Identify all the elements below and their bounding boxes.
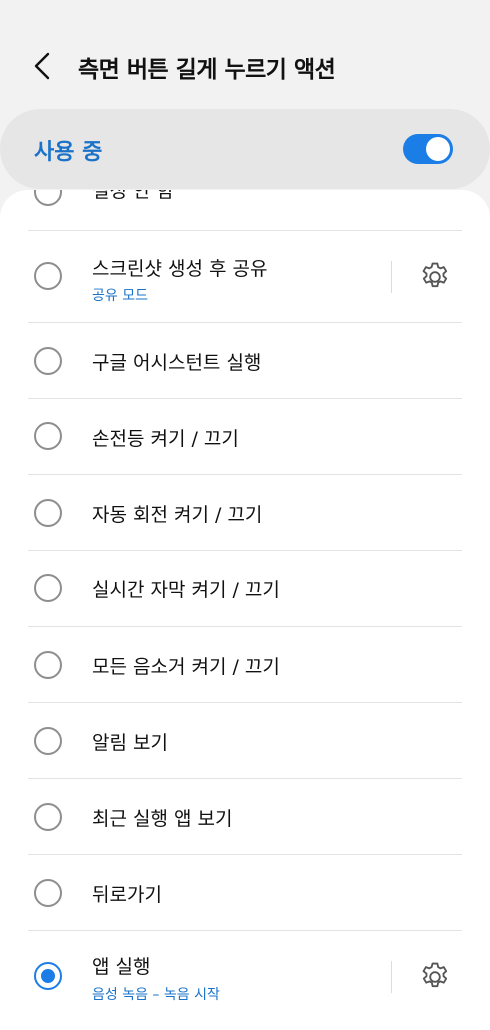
option-label: 뒤로가기 <box>92 884 162 906</box>
option-label: 최근 실행 앱 보기 <box>92 808 233 830</box>
options-list: 설정 안 함 스크린샷 생성 후 공유 공유 모드 구글 어시스턴트 실행 손전… <box>0 190 490 1030</box>
option-label: 자동 회전 켜기 / 끄기 <box>92 504 263 526</box>
gear-icon <box>422 262 448 288</box>
radio-button[interactable] <box>34 499 62 527</box>
vertical-separator <box>391 261 392 293</box>
list-item[interactable]: 실시간 자막 켜기 / 끄기 <box>0 551 490 627</box>
gear-icon <box>422 962 448 988</box>
option-label: 모든 음소거 켜기 / 끄기 <box>92 656 280 678</box>
page-title: 측면 버튼 길게 누르기 액션 <box>78 57 336 83</box>
radio-button[interactable] <box>34 803 62 831</box>
radio-button[interactable] <box>34 574 62 602</box>
back-button[interactable] <box>24 46 60 86</box>
option-label: 스크린샷 생성 후 공유 <box>92 258 268 280</box>
list-item[interactable]: 최근 실행 앱 보기 <box>0 779 490 855</box>
radio-button[interactable] <box>34 347 62 375</box>
app-header: 측면 버튼 길게 누르기 액션 <box>0 0 490 105</box>
radio-button[interactable] <box>34 651 62 679</box>
option-sublabel: 음성 녹음 – 녹음 시작 <box>92 987 220 1003</box>
option-label: 설정 안 함 <box>92 190 174 202</box>
radio-button-selected[interactable] <box>34 962 62 990</box>
list-item[interactable]: 뒤로가기 <box>0 855 490 931</box>
radio-button[interactable] <box>34 190 62 206</box>
option-sublabel: 공유 모드 <box>92 288 148 304</box>
toggle-knob <box>426 137 450 161</box>
list-item[interactable]: 스크린샷 생성 후 공유 공유 모드 <box>0 231 490 323</box>
option-label: 손전등 켜기 / 끄기 <box>92 428 239 450</box>
list-item[interactable]: 설정 안 함 <box>0 190 490 216</box>
option-label: 앱 실행 <box>92 956 151 978</box>
option-label: 알림 보기 <box>92 732 168 754</box>
chevron-left-icon <box>34 52 50 80</box>
list-item[interactable]: 손전등 켜기 / 끄기 <box>0 399 490 475</box>
list-item[interactable]: 자동 회전 켜기 / 끄기 <box>0 475 490 551</box>
vertical-separator <box>391 961 392 993</box>
master-switch-label: 사용 중 <box>34 140 103 165</box>
radio-button[interactable] <box>34 422 62 450</box>
list-item[interactable]: 모든 음소거 켜기 / 끄기 <box>0 627 490 703</box>
settings-button[interactable] <box>416 258 454 296</box>
list-item[interactable]: 알림 보기 <box>0 703 490 779</box>
radio-button[interactable] <box>34 727 62 755</box>
list-item[interactable]: 구글 어시스턴트 실행 <box>0 323 490 399</box>
master-toggle-switch[interactable] <box>403 134 453 164</box>
settings-button[interactable] <box>416 958 454 996</box>
radio-button[interactable] <box>34 262 62 290</box>
option-label: 구글 어시스턴트 실행 <box>92 352 262 374</box>
radio-button[interactable] <box>34 879 62 907</box>
option-label: 실시간 자막 켜기 / 끄기 <box>92 579 280 601</box>
list-item[interactable]: 앱 실행 음성 녹음 – 녹음 시작 <box>0 931 490 1023</box>
